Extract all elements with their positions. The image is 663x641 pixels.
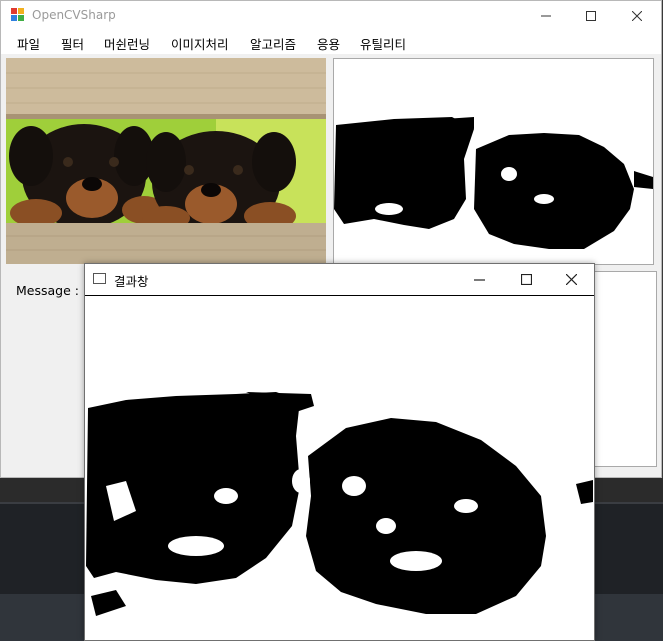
- result-window-title-bar[interactable]: 결과창: [85, 264, 594, 296]
- minimize-icon: [540, 15, 551, 16]
- maximize-icon: [585, 10, 596, 21]
- menu-utility[interactable]: 유틸리티: [360, 34, 406, 53]
- minimize-icon: [473, 278, 485, 281]
- window-title: OpenCVSharp: [32, 8, 116, 22]
- menu-bar: 파일 필터 머쉰런닝 이미지처리 알고리즘 응용 유틸리티: [1, 30, 661, 54]
- result-maximize-button[interactable]: [503, 264, 549, 294]
- result-image-canvas: [86, 296, 593, 640]
- maximize-icon: [520, 273, 532, 285]
- close-icon: [631, 10, 642, 21]
- menu-file[interactable]: 파일: [17, 34, 40, 53]
- source-image: [6, 58, 326, 264]
- window-icon: [93, 273, 106, 284]
- menu-machine-learning[interactable]: 머쉰런닝: [104, 34, 150, 53]
- menu-image-processing[interactable]: 이미지처리: [171, 34, 229, 53]
- menu-application[interactable]: 응용: [317, 34, 340, 53]
- message-label: Message :: [16, 283, 79, 298]
- menu-algorithm[interactable]: 알고리즘: [250, 34, 296, 53]
- minimize-button[interactable]: [523, 1, 568, 30]
- close-icon: [565, 273, 577, 285]
- result-window-title: 결과창: [114, 274, 149, 289]
- message-textbox[interactable]: [593, 271, 657, 467]
- result-close-button[interactable]: [548, 264, 594, 294]
- result-preview-pane: [333, 58, 654, 265]
- app-icon: [11, 8, 24, 21]
- title-bar[interactable]: OpenCVSharp: [1, 1, 661, 30]
- source-image-pane: [6, 58, 326, 264]
- maximize-button[interactable]: [568, 1, 613, 30]
- close-button[interactable]: [614, 1, 659, 30]
- result-minimize-button[interactable]: [456, 264, 502, 294]
- result-preview-image: [334, 117, 653, 249]
- menu-filter[interactable]: 필터: [61, 34, 84, 53]
- result-window: 결과창: [84, 263, 595, 641]
- result-image: [86, 392, 593, 616]
